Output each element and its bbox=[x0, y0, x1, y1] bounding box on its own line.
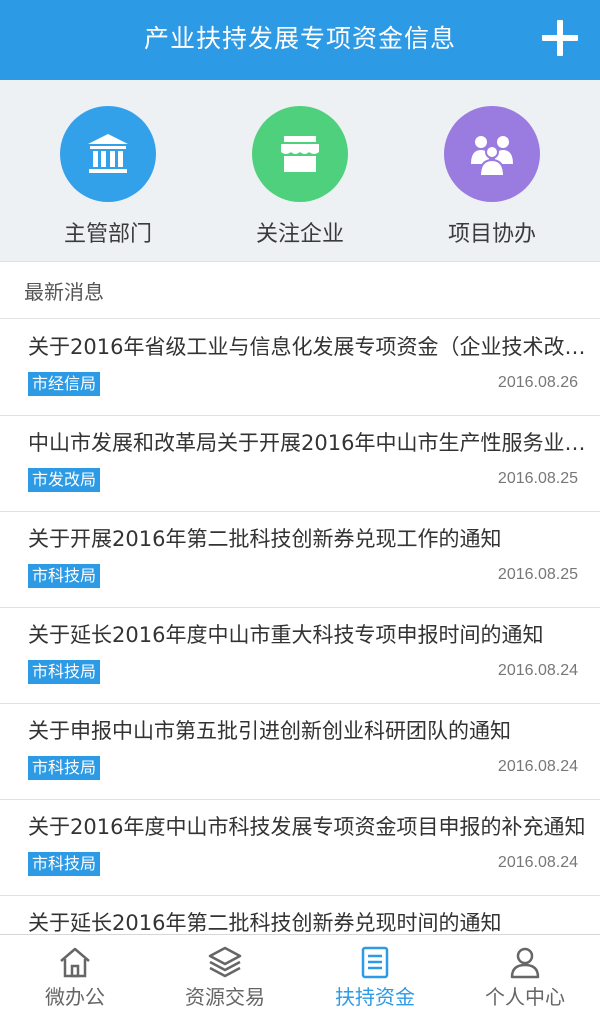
quick-item-label: 项目协办 bbox=[447, 222, 536, 247]
home-icon bbox=[60, 947, 90, 978]
add-icon[interactable] bbox=[542, 20, 578, 56]
news-title: 关于2016年度中山市科技发展专项资金项目申报的补充通知 bbox=[28, 815, 586, 839]
section-title: 最新消息 bbox=[0, 265, 600, 319]
news-date: 2016.08.24 bbox=[497, 854, 578, 871]
list-item[interactable]: 中山市发展和改革局关于开展2016年中山市生产性服务业发展专项资金申报的通知 市… bbox=[0, 416, 600, 512]
news-title: 关于开展2016年第二批科技创新券兑现工作的通知 bbox=[28, 527, 502, 551]
quick-item-label: 主管部门 bbox=[63, 222, 152, 247]
tab-label: 个人中心 bbox=[485, 985, 565, 1009]
tab-office[interactable]: 微办公 bbox=[0, 935, 150, 1022]
bank-icon bbox=[60, 106, 156, 202]
tab-label: 资源交易 bbox=[185, 985, 265, 1009]
people-icon bbox=[444, 106, 540, 202]
department-badge: 市科技局 bbox=[28, 564, 101, 588]
tab-label: 微办公 bbox=[45, 985, 105, 1009]
news-title: 关于延长2016年度中山市重大科技专项申报时间的通知 bbox=[28, 623, 544, 647]
bottom-tab-bar: 微办公 资源交易 扶持资金 个人中心 bbox=[0, 934, 600, 1022]
tab-label: 扶持资金 bbox=[335, 985, 415, 1009]
news-title: 中山市发展和改革局关于开展2016年中山市生产性服务业发展专项资金申报的通知 bbox=[28, 431, 586, 455]
news-title: 关于2016年省级工业与信息化发展专项资金（企业技术改造专项资金）项目申报的通知 bbox=[28, 335, 586, 359]
news-date: 2016.08.24 bbox=[497, 758, 578, 775]
news-date: 2016.08.25 bbox=[497, 470, 578, 487]
news-date: 2016.08.26 bbox=[497, 374, 578, 391]
list-item[interactable]: 关于开展2016年第二批科技创新券兑现工作的通知 市科技局 2016.08.25 bbox=[0, 512, 600, 608]
layers-icon bbox=[208, 946, 242, 978]
quick-access-panel: 主管部门 关注企业 项目协办 bbox=[0, 80, 600, 262]
user-icon bbox=[510, 947, 540, 979]
quick-item-enterprise[interactable]: 关注企业 bbox=[210, 106, 390, 248]
news-title: 关于申报中山市第五批引进创新创业科研团队的通知 bbox=[28, 719, 511, 743]
department-badge: 市科技局 bbox=[28, 852, 101, 876]
department-badge: 市发改局 bbox=[28, 468, 101, 492]
list-item[interactable]: 关于2016年度中山市科技发展专项资金项目申报的补充通知 市科技局 2016.0… bbox=[0, 800, 600, 896]
list-item[interactable]: 关于申报中山市第五批引进创新创业科研团队的通知 市科技局 2016.08.24 bbox=[0, 704, 600, 800]
news-list: 关于2016年省级工业与信息化发展专项资金（企业技术改造专项资金）项目申报的通知… bbox=[0, 320, 600, 992]
list-item[interactable]: 关于2016年省级工业与信息化发展专项资金（企业技术改造专项资金）项目申报的通知… bbox=[0, 320, 600, 416]
quick-item-project[interactable]: 项目协办 bbox=[402, 106, 582, 248]
news-date: 2016.08.24 bbox=[497, 662, 578, 679]
department-badge: 市科技局 bbox=[28, 660, 101, 684]
page-title: 产业扶持发展专项资金信息 bbox=[143, 24, 456, 53]
app-header: 产业扶持发展专项资金信息 bbox=[0, 0, 600, 80]
department-badge: 市经信局 bbox=[28, 372, 101, 396]
tab-personal-center[interactable]: 个人中心 bbox=[450, 935, 600, 1022]
department-badge: 市科技局 bbox=[28, 756, 101, 780]
quick-item-label: 关注企业 bbox=[255, 222, 344, 247]
list-item[interactable]: 关于延长2016年度中山市重大科技专项申报时间的通知 市科技局 2016.08.… bbox=[0, 608, 600, 704]
store-icon bbox=[252, 106, 348, 202]
news-date: 2016.08.25 bbox=[497, 566, 578, 583]
tab-resource-trading[interactable]: 资源交易 bbox=[150, 935, 300, 1022]
document-icon bbox=[361, 946, 389, 979]
quick-item-department[interactable]: 主管部门 bbox=[18, 106, 198, 248]
tab-support-funds[interactable]: 扶持资金 bbox=[300, 935, 450, 1022]
